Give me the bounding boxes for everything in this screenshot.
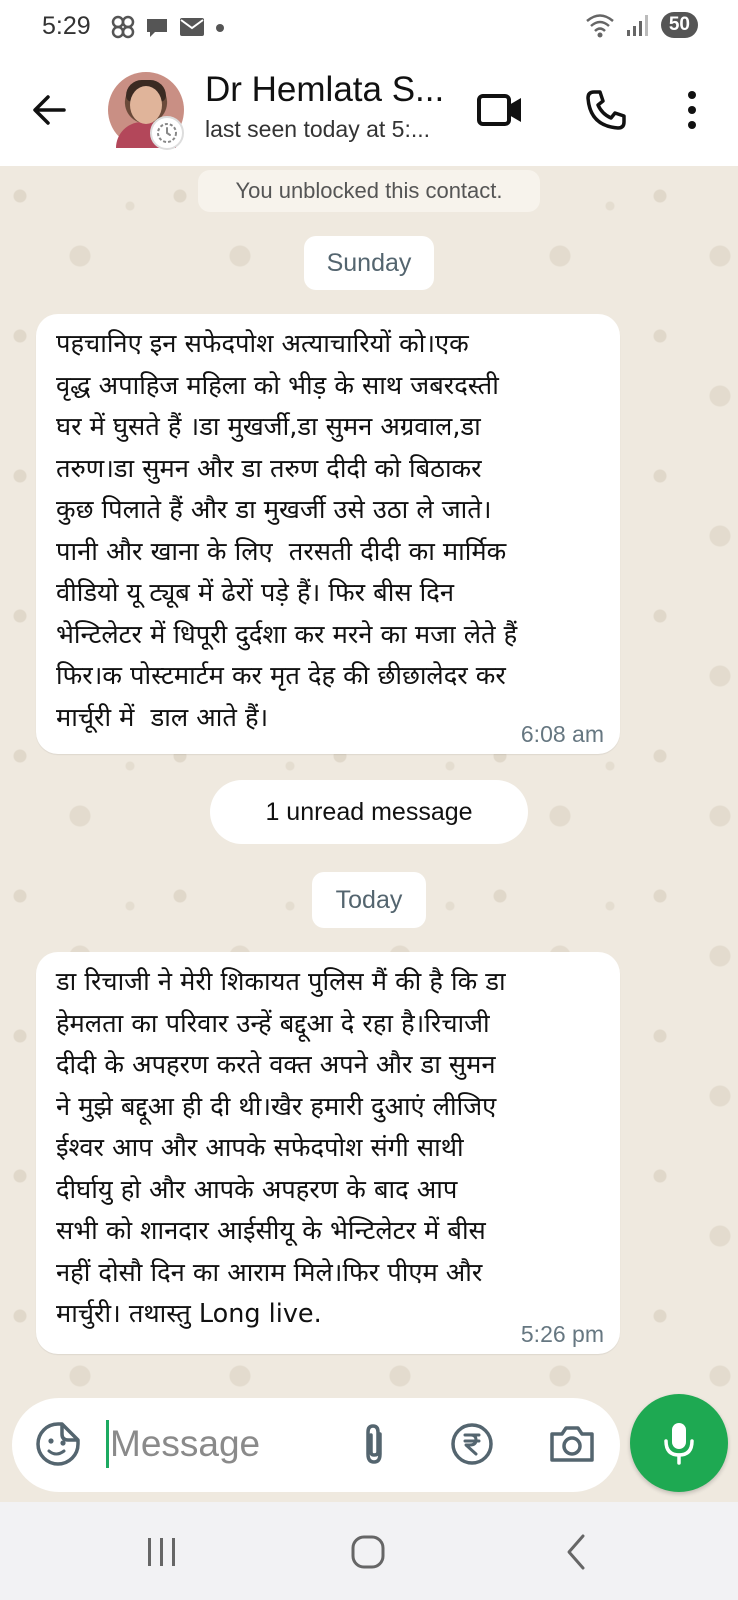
rupee-icon [451,1423,493,1465]
timer-icon [157,123,177,143]
status-time: 5:29 [42,12,91,40]
system-note: You unblocked this contact. [198,170,540,212]
notification-icons [110,14,226,40]
contact-name[interactable]: Dr Hemlata S... [205,70,444,110]
camera-icon [550,1426,594,1462]
system-status-icons: 50 [585,12,698,38]
sticker-button[interactable] [34,1420,82,1468]
more-options-button[interactable] [668,86,716,134]
disappearing-timer-badge [150,116,184,150]
home-icon [351,1535,385,1569]
message-time: 6:08 am [520,721,604,747]
payment-button[interactable] [448,1420,496,1468]
date-divider: Sunday [304,236,434,290]
paperclip-icon [366,1424,382,1464]
incoming-message[interactable]: पहचानिए इन सफेदपोश अत्याचारियों को।एक वृ… [36,314,620,754]
sticker-icon [36,1422,80,1466]
unread-divider: 1 unread message [210,780,528,844]
message-time: 5:26 pm [520,1321,604,1347]
mail-notification-icon [180,18,204,36]
video-call-button[interactable] [476,86,524,134]
camera-button[interactable] [546,1420,598,1468]
message-composer[interactable] [12,1398,620,1492]
message-text: पहचानिए इन सफेदपोश अत्याचारियों को।एक वृ… [56,329,518,733]
message-input[interactable] [110,1414,350,1474]
composer-bar [0,1380,738,1502]
phone-icon [586,90,626,130]
mic-icon [664,1423,694,1465]
recent-apps-button[interactable] [132,1530,192,1574]
signal-icon [626,15,648,36]
app-notification-icon [111,15,135,39]
more-vertical-icon [688,91,696,129]
incoming-message[interactable]: डा रिचाजी ने मेरी शिकायत पुलिस मैं की है… [36,952,620,1354]
chat-area[interactable]: You unblocked this contact. Sunday पहचान… [0,166,738,1502]
system-navigation-bar [0,1502,738,1600]
wifi-icon [586,14,614,38]
attach-button[interactable] [350,1420,398,1468]
status-bar: 5:29 50 [0,0,738,58]
back-chevron-icon [567,1534,585,1570]
home-button[interactable] [338,1530,398,1574]
date-divider: Today [312,872,426,928]
video-call-icon [477,94,521,126]
back-nav-button[interactable] [546,1530,606,1574]
last-seen-status[interactable]: last seen today at 5:... [205,116,430,143]
chat-header: Dr Hemlata S... last seen today at 5:... [0,58,738,166]
back-button[interactable] [28,88,72,132]
recent-apps-icon [148,1538,175,1566]
battery-indicator: 50 [660,12,698,38]
voice-call-button[interactable] [582,86,630,134]
more-notifications-dot-icon [216,24,224,32]
text-caret [106,1420,109,1468]
chat-notification-icon [147,19,167,37]
voice-message-button[interactable] [630,1394,728,1492]
arrow-back-icon [33,95,66,125]
message-text: डा रिचाजी ने मेरी शिकायत पुलिस मैं की है… [56,967,506,1329]
